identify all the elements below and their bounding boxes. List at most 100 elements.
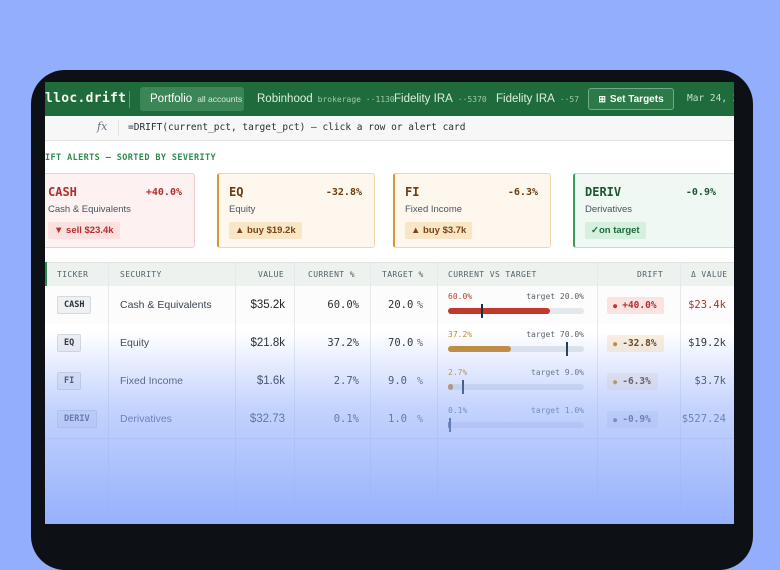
value-cell: $32.73: [235, 400, 285, 438]
security-cell: Equity: [120, 324, 149, 362]
target-pct-cell[interactable]: 70.0: [388, 324, 413, 362]
drift-badge: ● -6.3%: [607, 373, 658, 390]
card-ticker: EQ: [229, 185, 244, 199]
column-divider: [597, 262, 598, 524]
table-header: TICKER SECURITY VALUE CURRENT % TARGET %…: [45, 262, 734, 289]
security-cell: Derivatives: [120, 400, 172, 438]
alert-card-fi[interactable]: FI -6.3% Fixed Income ▲ buy $3.7k: [393, 173, 551, 248]
selection-indicator: [45, 262, 47, 288]
col-header-target[interactable]: TARGET %: [382, 270, 424, 279]
security-cell: Fixed Income: [120, 362, 183, 400]
target-pct-input[interactable]: 9.0: [388, 375, 407, 387]
col-header-current[interactable]: CURRENT %: [308, 270, 355, 279]
bar-target-label: target 20.0%: [526, 292, 584, 301]
table-row[interactable]: CASH Cash & Equivalents $35.2k 60.0% 20.0% 60…: [45, 286, 734, 325]
delta-value-cell: $19.2k: [688, 324, 726, 362]
tab-label: Fidelity IRA: [394, 93, 453, 105]
alert-card-deriv[interactable]: DERIV -0.9% Derivatives ✓on target: [573, 173, 734, 248]
target-pct-cell[interactable]: 9.0: [388, 362, 407, 400]
target-unit-cell: %: [417, 324, 423, 362]
bar-target-label: target 9.0%: [531, 368, 584, 377]
current-pct: 2.7%: [333, 375, 359, 387]
security-name: Cash & Equivalents: [120, 299, 212, 311]
status-dot-icon: ●: [613, 415, 618, 424]
allocation-bar-track: [448, 304, 584, 318]
col-header-drift[interactable]: DRIFT: [637, 270, 663, 279]
card-action-badge: ✓on target: [585, 222, 646, 239]
value-text: $1.6k: [256, 375, 285, 387]
target-unit-cell: %: [417, 400, 423, 438]
target-unit: %: [417, 375, 424, 387]
top-bar: lloc.drift Portfolio all accounts Robinh…: [45, 82, 734, 116]
current-pct-cell: 37.2%: [295, 324, 359, 362]
table-row[interactable]: DERIV Derivatives $32.73 0.1% 1.0% 0.1% target…: [45, 400, 734, 439]
target-marker: [481, 304, 483, 318]
target-unit: %: [417, 413, 424, 425]
tab-fidelity-ira-5370[interactable]: Fidelity IRA ··5370: [394, 87, 487, 111]
table-row[interactable]: FI Fixed Income $1.6k 2.7% 9.0% 2.7% target 9.…: [45, 362, 734, 401]
column-divider: [235, 262, 236, 524]
alerts-heading: IFT ALERTS — SORTED BY SEVERITY: [45, 153, 217, 163]
delta-value-cell: $527.24: [682, 400, 726, 438]
column-divider: [108, 262, 109, 524]
target-marker: [566, 342, 568, 356]
drift-value: +40.0%: [622, 300, 657, 311]
card-ticker: DERIV: [585, 185, 622, 199]
ticker-chip: CASH: [57, 296, 92, 314]
target-pct-input[interactable]: 1.0: [388, 413, 407, 425]
target-pct-input[interactable]: 70.0: [388, 337, 413, 349]
ticker-cell: EQ: [57, 324, 82, 362]
col-header-delta-value[interactable]: Δ VALUE: [691, 270, 728, 279]
allocation-bar-fill: [448, 346, 511, 352]
alert-card-cash[interactable]: CASH +40.0% Cash & Equivalents ▼ sell $2…: [45, 173, 195, 248]
col-header-security[interactable]: SECURITY: [120, 270, 162, 279]
column-divider: [294, 262, 295, 524]
set-targets-button[interactable]: ⊞ Set Targets: [588, 88, 674, 110]
fx-icon: fx: [97, 120, 108, 133]
delta-value: $527.24: [681, 413, 726, 425]
tab-robinhood[interactable]: Robinhood brokerage ··1130: [257, 87, 395, 111]
ticker-cell: DERIV: [57, 400, 97, 438]
divider: [118, 120, 119, 136]
value-cell: $35.2k: [235, 286, 285, 324]
target-unit-cell: %: [417, 286, 423, 324]
delta-value-cell: $23.4k: [688, 286, 726, 324]
card-drift: +40.0%: [145, 187, 182, 198]
set-targets-label: Set Targets: [609, 93, 664, 105]
divider: [129, 91, 130, 108]
allocation-bar-fill: [448, 308, 550, 314]
col-header-current-vs-target[interactable]: CURRENT VS TARGET: [448, 270, 537, 279]
col-header-value[interactable]: VALUE: [258, 270, 284, 279]
drift-badge: ● -32.8%: [607, 335, 664, 352]
tab-fidelity-ira-57[interactable]: Fidelity IRA ··57: [496, 87, 579, 111]
allocation-bar-fill: [448, 384, 453, 390]
card-security-name: Derivatives: [585, 204, 632, 215]
target-pct-cell[interactable]: 20.0: [388, 286, 413, 324]
current-pct-cell: 60.0%: [295, 286, 359, 324]
tab-sublabel: ··5370: [457, 94, 487, 104]
bar-target-label: target 1.0%: [531, 406, 584, 415]
current-pct: 60.0%: [327, 299, 359, 311]
target-marker: [462, 380, 464, 394]
tab-label: Robinhood: [257, 93, 313, 105]
value-text: $21.8k: [250, 337, 285, 349]
alert-card-eq[interactable]: EQ -32.8% Equity ▲ buy $19.2k: [217, 173, 375, 248]
target-pct-cell[interactable]: 1.0: [388, 400, 407, 438]
column-divider: [370, 262, 371, 524]
ticker-chip: DERIV: [57, 410, 97, 428]
formula-text[interactable]: =DRIFT(current_pct, target_pct) — click …: [128, 122, 465, 133]
ticker-chip: FI: [57, 372, 82, 390]
table-row[interactable]: EQ Equity $21.8k 37.2% 70.0% 37.2% target 70.0…: [45, 324, 734, 363]
tab-portfolio[interactable]: Portfolio all accounts: [140, 87, 244, 111]
target-pct-input[interactable]: 20.0: [388, 299, 413, 311]
drift-badge: ● +40.0%: [607, 297, 664, 314]
allocation-bar-track: [448, 380, 584, 394]
value-cell: $21.8k: [235, 324, 285, 362]
ticker-cell: FI: [57, 362, 82, 400]
drift-badge: ● -0.9%: [607, 411, 658, 428]
drift-value: -0.9%: [622, 414, 651, 425]
drift-value: -32.8%: [622, 338, 657, 349]
security-name: Equity: [120, 337, 150, 349]
col-header-ticker[interactable]: TICKER: [57, 270, 88, 279]
delta-value-cell: $3.7k: [694, 362, 726, 400]
